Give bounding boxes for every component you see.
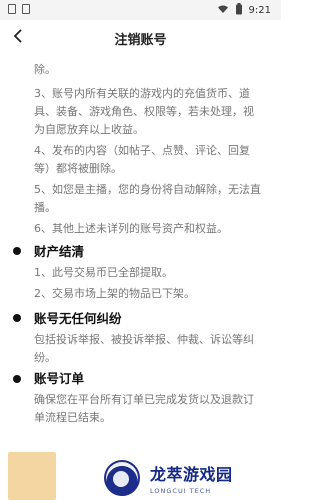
content-line: 1、此号交易币已全部提取。 <box>34 266 173 279</box>
content-line: 纷。 <box>34 351 56 364</box>
content-line: 具、装备、游戏角色、权限等，若未处理，视 <box>34 105 254 118</box>
page-title: 注销账号 <box>114 33 167 48</box>
section-bullet <box>13 247 21 255</box>
notification-icon <box>22 4 30 14</box>
content-line: 播。 <box>34 201 56 214</box>
logo-icon <box>104 460 140 496</box>
status-right: 9:21 <box>217 3 271 18</box>
status-bar: 9:21 <box>0 0 281 20</box>
watermark-subtitle: LONGCUI TECH <box>150 487 212 495</box>
content-line: 3、账号内所有关联的游戏内的充值货币、道 <box>34 87 250 100</box>
content-line: 6、其他上述未详列的账号资产和权益。 <box>34 222 228 235</box>
content-line: 确保您在平台所有订单已完成发货以及退款订 <box>34 393 254 406</box>
content-line: 5、如您是主播，您的身份将自动解除，无法直 <box>34 183 261 196</box>
section-title: 财产结清 <box>34 244 85 259</box>
notification-icon <box>8 4 16 14</box>
content-line: 单流程已结束。 <box>34 411 111 424</box>
action-button[interactable] <box>8 452 56 500</box>
watermark-text: 龙萃游戏园 LONGCUI TECH <box>150 461 233 495</box>
section-bullet <box>13 375 21 383</box>
content-line: 除。 <box>34 63 56 76</box>
wifi-icon <box>217 4 229 17</box>
content-line: 4、发布的内容（如帖子、点赞、评论、回复 <box>34 144 250 157</box>
watermark: 龙萃游戏园 LONGCUI TECH <box>104 458 279 498</box>
battery-icon <box>235 3 243 18</box>
section-bullet <box>13 314 21 322</box>
section-title: 账号无任何纠纷 <box>34 311 122 326</box>
watermark-title: 龙萃游戏园 <box>150 465 233 484</box>
content-line: 2、交易市场上架的物品已下架。 <box>34 287 195 300</box>
status-time: 9:21 <box>248 5 271 16</box>
content-line: 为自愿放弃以上收益。 <box>34 123 144 136</box>
content-line: 包括投诉举报、被投诉举报、仲裁、诉讼等纠 <box>34 333 254 346</box>
header: 注销账号 <box>0 20 281 54</box>
section-title: 账号订单 <box>34 371 85 386</box>
content-line: 等）都将被删除。 <box>34 162 122 175</box>
bottom-bar: 龙萃游戏园 LONGCUI TECH <box>0 452 281 500</box>
status-icons-left <box>8 4 30 14</box>
